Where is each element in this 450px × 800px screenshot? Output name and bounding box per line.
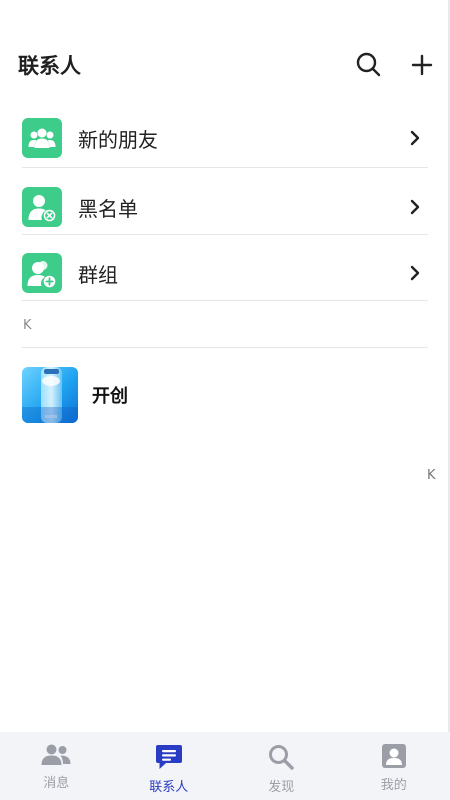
menu-item-label: 新的朋友 xyxy=(78,127,158,152)
menu-item-label: 黑名单 xyxy=(78,196,138,221)
section-header-letter: K xyxy=(23,318,32,333)
divider xyxy=(22,300,428,301)
divider xyxy=(22,167,428,168)
header: 联系人 xyxy=(0,38,450,94)
add-button[interactable] xyxy=(405,48,439,82)
search-icon xyxy=(356,52,381,77)
users-icon xyxy=(41,744,71,765)
page-title: 联系人 xyxy=(18,54,81,78)
group-icon xyxy=(22,253,62,293)
tab-contacts[interactable]: 联系人 xyxy=(113,732,226,800)
search-button[interactable] xyxy=(352,48,386,82)
tab-label: 消息 xyxy=(43,776,70,791)
menu-item-new-friends[interactable]: 新的朋友 xyxy=(22,117,428,159)
chevron-right-icon xyxy=(410,265,420,281)
chevron-right-icon xyxy=(410,199,420,215)
plus-icon xyxy=(411,54,433,76)
chat-bubble-icon xyxy=(155,745,182,769)
new-friends-icon xyxy=(22,118,62,158)
profile-icon xyxy=(381,744,406,768)
tab-discover[interactable]: 发现 xyxy=(225,732,338,800)
contact-name: 开创 xyxy=(92,386,128,407)
divider xyxy=(22,347,428,348)
tab-profile[interactable]: 我的 xyxy=(338,732,450,800)
index-letter-k[interactable]: K xyxy=(427,468,436,483)
chevron-right-icon xyxy=(410,130,420,146)
divider xyxy=(22,234,428,235)
blacklist-icon xyxy=(22,187,62,227)
menu-item-blacklist[interactable]: 黑名单 xyxy=(22,186,428,228)
tab-label: 联系人 xyxy=(149,780,189,795)
bottom-tab-bar: 消息 联系人 发现 我的 xyxy=(0,732,450,800)
search-icon xyxy=(269,745,294,770)
tab-messages[interactable]: 消息 xyxy=(0,732,113,800)
contact-item[interactable]: 开创 xyxy=(22,366,428,424)
tab-label: 发现 xyxy=(268,780,295,795)
menu-item-label: 群组 xyxy=(78,262,118,287)
avatar xyxy=(22,367,78,423)
menu-item-groups[interactable]: 群组 xyxy=(22,252,428,294)
tab-label: 我的 xyxy=(380,778,407,793)
